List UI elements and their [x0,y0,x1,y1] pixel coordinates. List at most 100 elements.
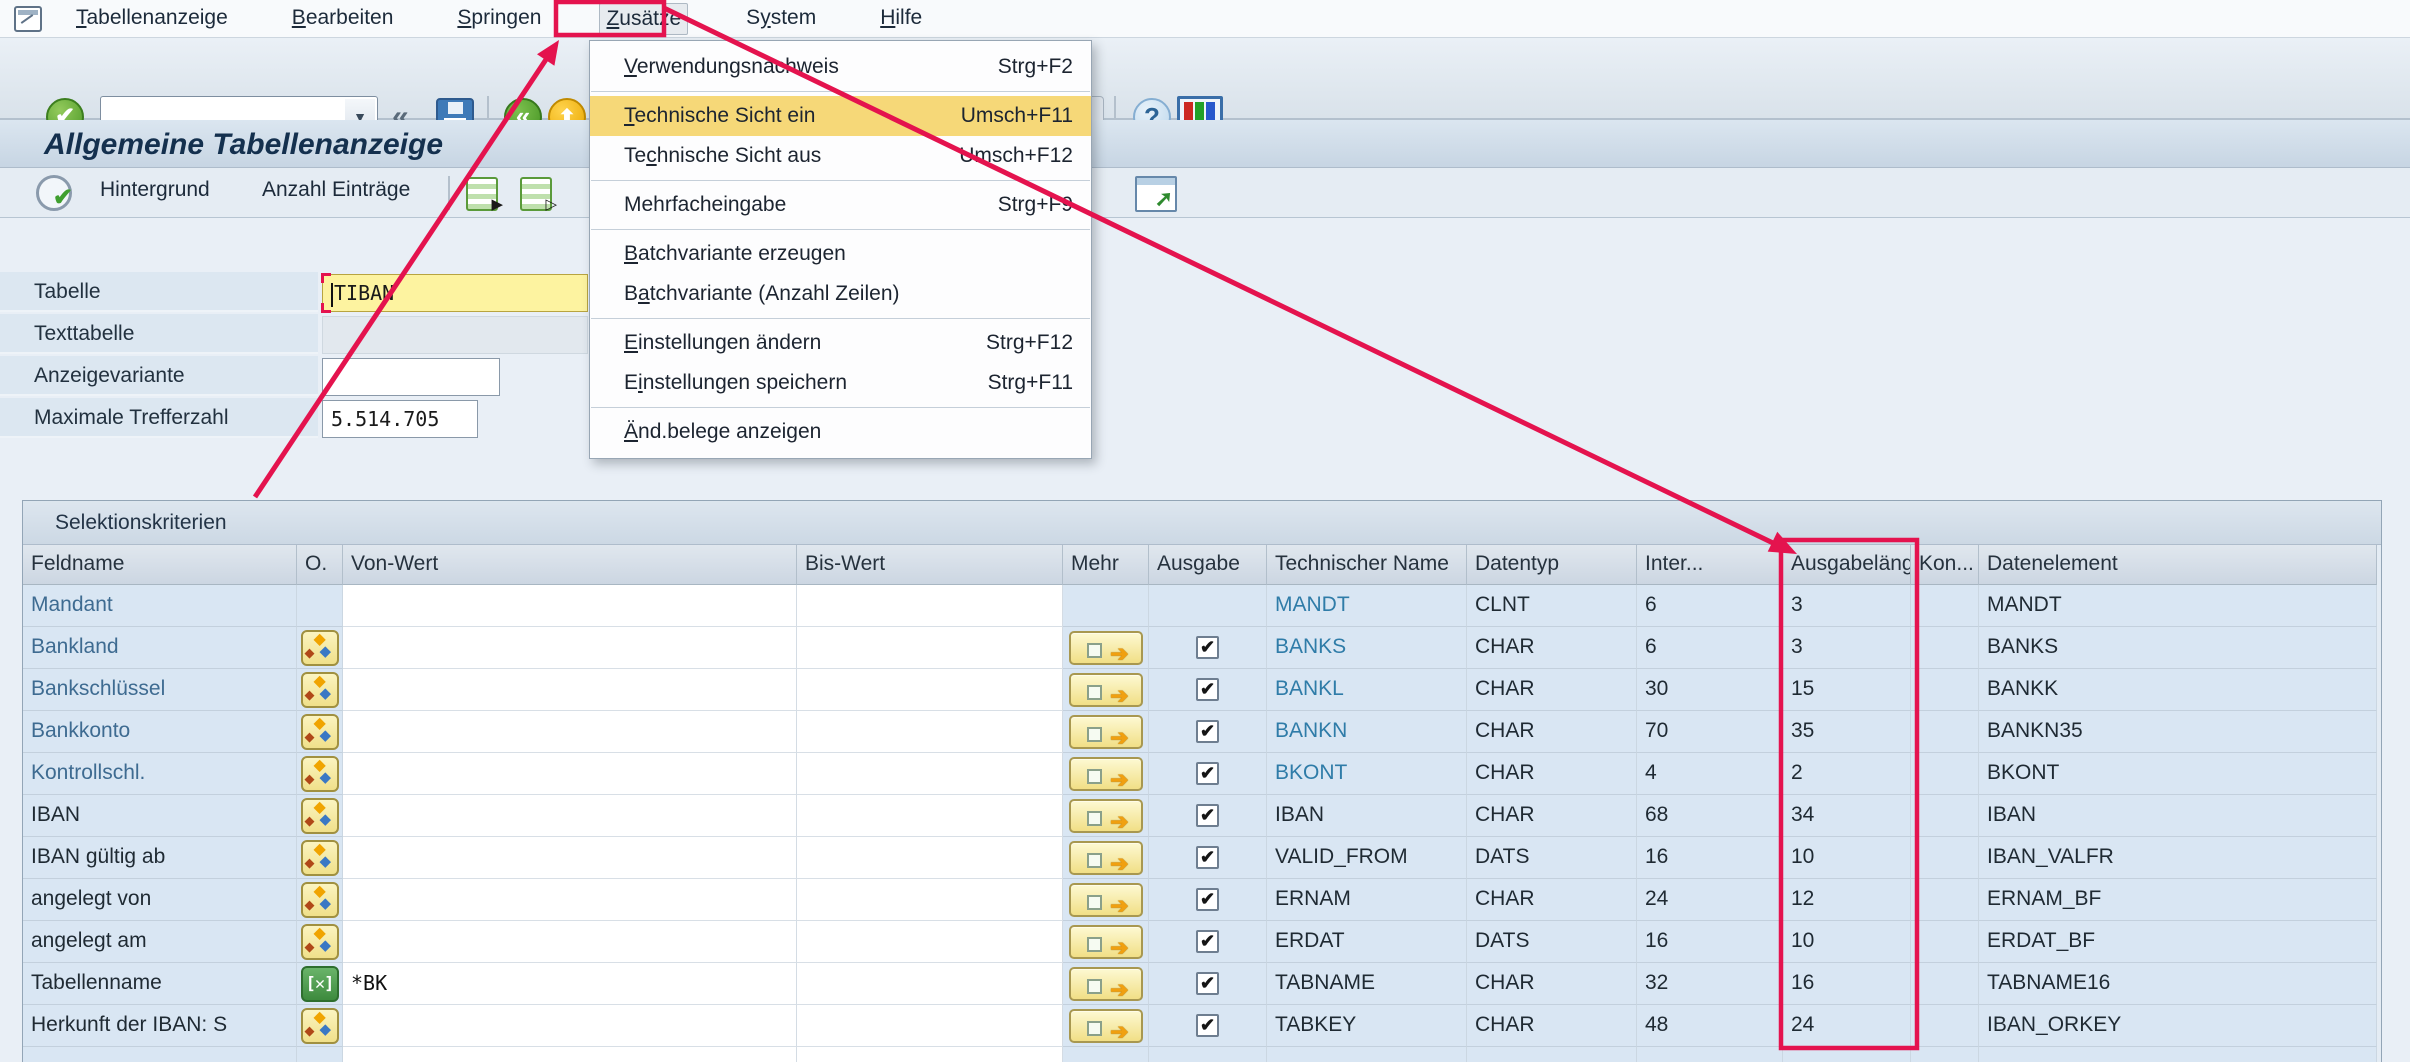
more-selection-button[interactable]: ➔ [1069,1009,1143,1043]
cell-datenelement [1979,1047,2377,1062]
menu-item-batchvarianteerzeuge[interactable]: Batchvariante erzeugen [590,234,1091,274]
more-selection-button[interactable]: ➔ [1069,715,1143,749]
column-header-tech[interactable]: Technischer Name [1267,545,1467,585]
menu-item-einstellungenändern[interactable]: Einstellungen ändernStrg+F12 [590,323,1091,363]
menubar-item-bearbeiten[interactable]: Bearbeiten [286,3,400,35]
column-header-datentyp[interactable]: Datentyp [1467,545,1637,585]
more-selection-button[interactable]: ➔ [1069,841,1143,875]
more-selection-button[interactable]: ➔ [1069,631,1143,665]
column-header-bis[interactable]: Bis-Wert [797,545,1063,585]
multiple-selection-button[interactable]: ◆◆◆ [301,798,339,834]
cell-von[interactable] [343,711,797,753]
menu-item-technischesichtaus[interactable]: Technische Sicht ausUmsch+F12 [590,136,1091,176]
cell-bis[interactable] [797,963,1063,1005]
multiple-selection-button[interactable]: ◆◆◆ [301,672,339,708]
multiple-selection-button[interactable]: ◆◆◆ [301,840,339,876]
cell-tech: VALID_FROM [1267,837,1467,879]
exclude-selection-button[interactable]: [✕] [301,966,339,1002]
hintergrund-button[interactable]: Hintergrund [100,178,210,202]
column-header-von[interactable]: Von-Wert [343,545,797,585]
menu-item-batchvarianteanzahlz[interactable]: Batchvariante (Anzahl Zeilen) [590,274,1091,314]
select-all-icon[interactable]: ▶ [466,177,498,211]
column-header-ausgabe[interactable]: Ausgabe [1149,545,1267,585]
cell-von[interactable] [343,837,797,879]
cell-kon [1911,711,1979,753]
cell-o: ◆◆◆ [297,879,343,921]
cell-von[interactable]: *BK [343,963,797,1005]
cell-bis[interactable] [797,585,1063,627]
more-selection-button[interactable]: ➔ [1069,925,1143,959]
output-checkbox[interactable]: ✔ [1196,678,1219,701]
cell-o [297,1047,343,1062]
system-window-icon[interactable] [14,6,42,32]
output-checkbox[interactable]: ✔ [1196,720,1219,743]
column-header-feldname[interactable]: Feldname [23,545,297,585]
menu-item-verwendungsnachweis[interactable]: VerwendungsnachweisStrg+F2 [590,47,1091,87]
anzahl-eintraege-button[interactable]: Anzahl Einträge [262,178,410,202]
more-selection-button[interactable]: ➔ [1069,757,1143,791]
cell-von[interactable] [343,585,797,627]
cell-bis[interactable] [797,627,1063,669]
menu-item-mehrfacheingabe[interactable]: MehrfacheingabeStrg+F9 [590,185,1091,225]
open-in-new-window-icon[interactable]: ➚ [1135,176,1177,212]
menubar-item-system[interactable]: System [740,3,822,35]
cell-von[interactable] [343,627,797,669]
output-checkbox[interactable]: ✔ [1196,804,1219,827]
column-header-datenelement[interactable]: Datenelement [1979,545,2377,585]
multiple-selection-button[interactable]: ◆◆◆ [301,630,339,666]
cell-von[interactable] [343,795,797,837]
arrow-glyph: ➔ [1110,634,1128,670]
output-checkbox[interactable]: ✔ [1196,846,1219,869]
more-selection-button[interactable]: ➔ [1069,883,1143,917]
output-checkbox[interactable]: ✔ [1196,762,1219,785]
more-selection-button[interactable]: ➔ [1069,967,1143,1001]
maximaletrefferzahl-field[interactable]: 5.514.705 [322,400,478,438]
cell-bis[interactable] [797,669,1063,711]
menubar-item-zustze[interactable]: Zusätze [599,3,688,35]
cell-von[interactable] [343,753,797,795]
focus-corner-icon [321,303,331,313]
multiple-selection-button[interactable]: ◆◆◆ [301,756,339,792]
menubar-item-hilfe[interactable]: Hilfe [874,3,928,35]
cell-bis[interactable] [797,753,1063,795]
output-checkbox[interactable]: ✔ [1196,972,1219,995]
more-selection-button[interactable]: ➔ [1069,799,1143,833]
cell-von[interactable] [343,1005,797,1047]
cell-mehr: ➔ [1063,837,1149,879]
menu-item-label: Änd.belege anzeigen [590,420,1073,444]
cell-von[interactable] [343,921,797,963]
column-header-mehr[interactable]: Mehr [1063,545,1149,585]
output-checkbox[interactable]: ✔ [1196,1014,1219,1037]
more-selection-button[interactable]: ➔ [1069,673,1143,707]
cell-feldname: Bankland [23,627,297,669]
cell-bis[interactable] [797,711,1063,753]
tabelle-field[interactable]: TIBAN [322,274,588,312]
cell-bis[interactable] [797,921,1063,963]
cell-bis[interactable] [797,837,1063,879]
menu-item-technischesichtein[interactable]: Technische Sicht einUmsch+F11 [590,96,1091,136]
anzeigevariante-field[interactable] [322,358,500,396]
output-checkbox[interactable]: ✔ [1196,636,1219,659]
column-header-o[interactable]: O. [297,545,343,585]
cell-bis[interactable] [797,879,1063,921]
execute-icon[interactable]: ✔ [36,175,72,211]
cell-von[interactable] [343,669,797,711]
column-header-inter[interactable]: Inter... [1637,545,1783,585]
column-header-ausg_len[interactable]: Ausgabelänge [1783,545,1911,585]
output-checkbox[interactable]: ✔ [1196,888,1219,911]
menu-item-ändbelegeanzeigen[interactable]: Änd.belege anzeigen [590,412,1091,452]
deselect-all-icon[interactable]: ▷ [520,177,552,211]
output-checkbox[interactable]: ✔ [1196,930,1219,953]
menu-item-einstellungenspeiche[interactable]: Einstellungen speichernStrg+F11 [590,363,1091,403]
multiple-selection-button[interactable]: ◆◆◆ [301,924,339,960]
column-header-kon[interactable]: Kon... [1911,545,1979,585]
multiple-selection-button[interactable]: ◆◆◆ [301,714,339,750]
cell-kon [1911,627,1979,669]
menubar-item-springen[interactable]: Springen [451,3,547,35]
multiple-selection-button[interactable]: ◆◆◆ [301,1008,339,1044]
cell-bis[interactable] [797,1005,1063,1047]
menubar-item-tabellenanzeige[interactable]: Tabellenanzeige [70,3,234,35]
cell-bis[interactable] [797,795,1063,837]
multiple-selection-button[interactable]: ◆◆◆ [301,882,339,918]
cell-von[interactable] [343,879,797,921]
